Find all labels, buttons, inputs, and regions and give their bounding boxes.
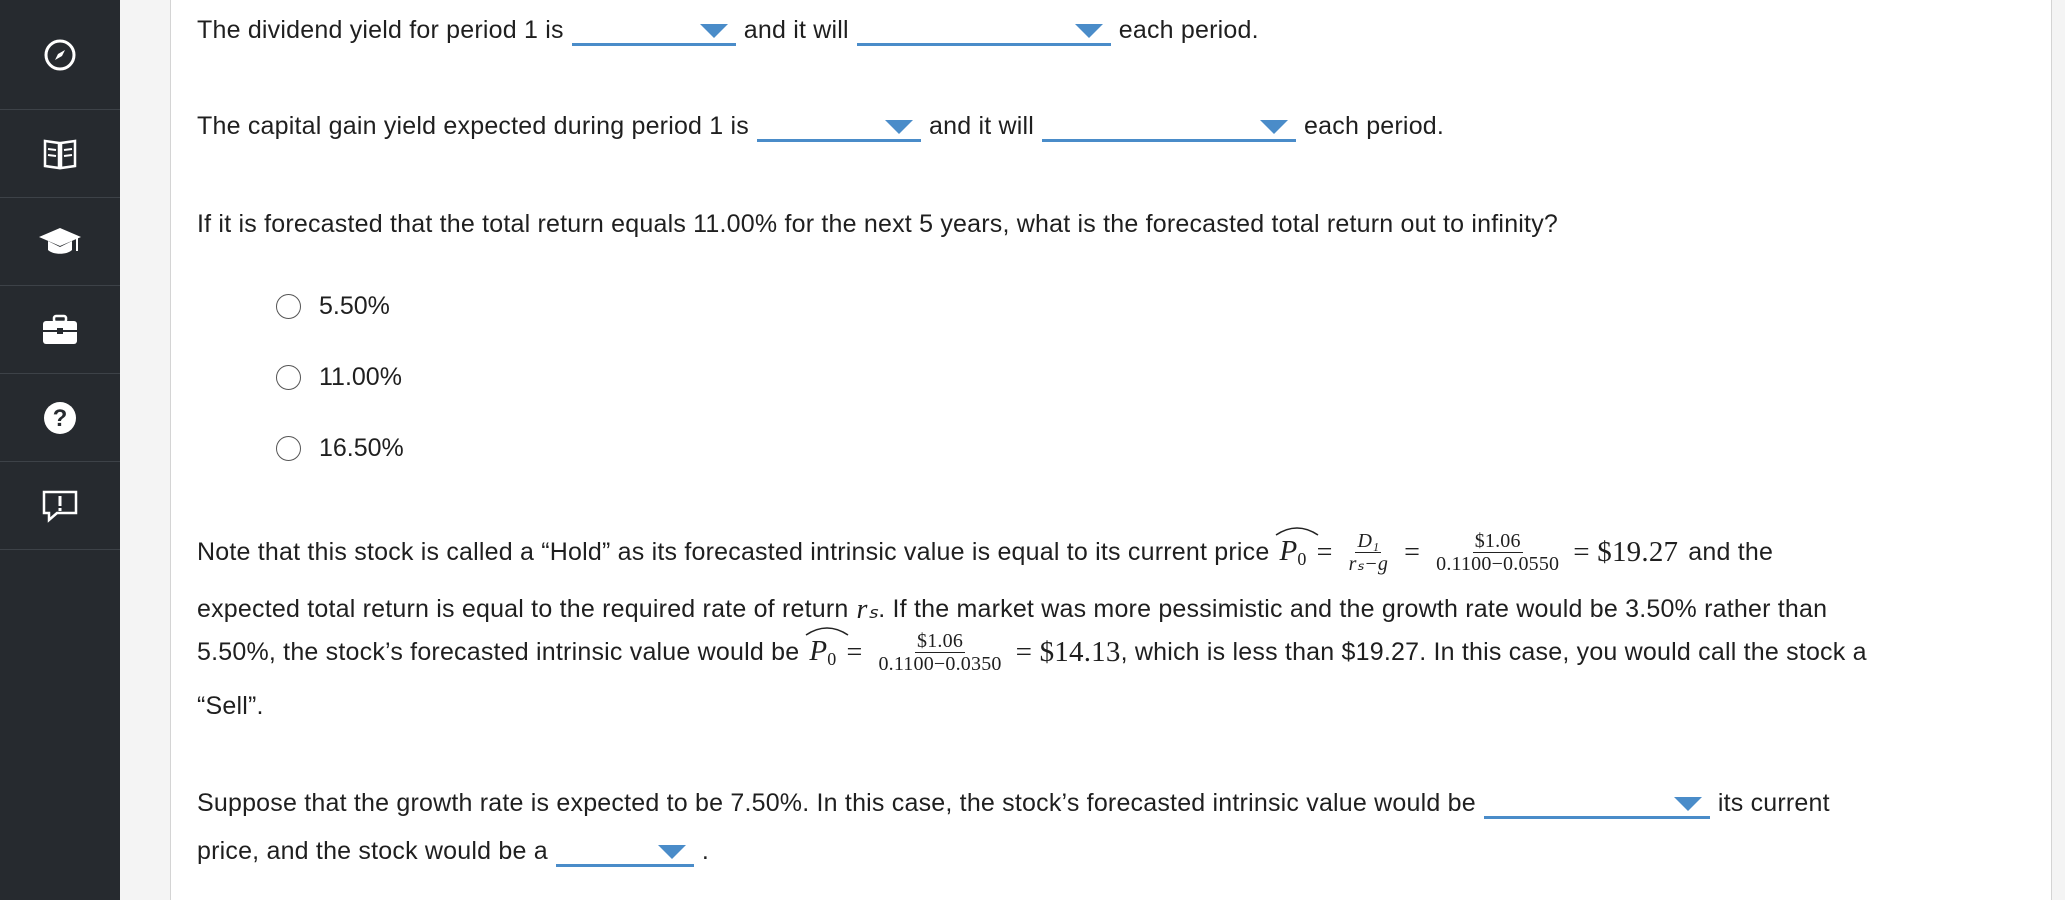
- value-fraction: $1.06 0.1100−0.0550: [1436, 530, 1559, 575]
- q4-line2-suffix: .: [701, 836, 710, 865]
- note-text: expected total return is equal to the re…: [197, 594, 849, 623]
- option-row[interactable]: 11.00%: [276, 363, 402, 392]
- stock-rating-dropdown[interactable]: [555, 835, 694, 867]
- q4-line2-prefix: price, and the stock would be a: [197, 836, 548, 865]
- note-text: “Sell”.: [197, 692, 264, 720]
- option-label: 16.50%: [319, 434, 404, 462]
- value-fraction: $1.06 0.1100−0.0350: [878, 630, 1001, 675]
- note-text: and the: [1688, 538, 1774, 566]
- note-text: . If the market was more pessimistic and…: [878, 594, 1828, 623]
- fraction-numerator: D₁: [1355, 530, 1382, 553]
- result-value: = $14.13: [1015, 636, 1121, 668]
- fraction-denominator: 0.1100−0.0350: [878, 653, 1002, 675]
- equals-sign: =: [1316, 536, 1333, 568]
- chevron-down-icon: [1260, 120, 1289, 134]
- dividend-yield-dropdown[interactable]: [571, 14, 736, 46]
- capital-gain-sentence: The capital gain yield expected during p…: [197, 110, 1444, 142]
- option-label: 11.00%: [319, 363, 402, 391]
- q1-suffix: each period.: [1118, 15, 1259, 44]
- q1-middle: and it will: [743, 15, 849, 44]
- background-gutter: [120, 0, 170, 900]
- chevron-down-icon: [657, 845, 686, 859]
- fraction-numerator: $1.06: [915, 630, 966, 653]
- total-return-question: If it is forecasted that the total retur…: [197, 210, 1558, 239]
- q2-middle: and it will: [929, 111, 1035, 140]
- feedback-icon: [42, 490, 78, 523]
- sidebar: ?: [0, 0, 120, 900]
- intrinsic-value-comparison-dropdown[interactable]: [1483, 787, 1710, 819]
- result-value: = $19.27: [1573, 536, 1679, 568]
- dividend-yield-trend-dropdown[interactable]: [856, 14, 1111, 46]
- q1-prefix: The dividend yield for period 1 is: [197, 15, 564, 44]
- book-icon: [43, 139, 77, 169]
- dividend-yield-sentence: The dividend yield for period 1 is and i…: [197, 14, 1259, 46]
- gordon-fraction: D₁ rₛ−g: [1349, 530, 1389, 575]
- q4-prefix: Suppose that the growth rate is expected…: [197, 788, 1476, 817]
- option-row[interactable]: 16.50%: [276, 434, 404, 463]
- chevron-down-icon: [885, 120, 914, 134]
- p-subscript: 0: [827, 649, 837, 669]
- radio-button[interactable]: [276, 294, 301, 319]
- equals-sign: =: [846, 636, 863, 668]
- svg-text:?: ?: [53, 405, 68, 432]
- growth-rate-question: Suppose that the growth rate is expected…: [197, 787, 1830, 819]
- note-text: Note that this stock is called a “Hold” …: [197, 538, 1270, 566]
- equals-sign: =: [1404, 536, 1421, 568]
- note-text: , which is less than $19.27. In this cas…: [1120, 638, 1867, 666]
- chevron-down-icon: [1673, 797, 1702, 811]
- graduation-cap-icon: [39, 227, 81, 254]
- option-row[interactable]: 5.50%: [276, 292, 390, 321]
- note-line-2: expected total return is equal to the re…: [197, 592, 1827, 626]
- capital-gain-trend-dropdown[interactable]: [1042, 110, 1297, 142]
- compass-icon: [44, 39, 76, 70]
- fraction-numerator: $1.06: [1472, 530, 1523, 553]
- note-line-1: Note that this stock is called a “Hold” …: [197, 527, 1774, 575]
- note-line-4: “Sell”.: [197, 692, 264, 721]
- option-label: 5.50%: [319, 292, 390, 320]
- fraction-denominator: 0.1100−0.0550: [1436, 553, 1560, 575]
- chevron-down-icon: [699, 24, 728, 38]
- growth-rate-question-line-2: price, and the stock would be a .: [197, 835, 709, 867]
- q4-middle: its current: [1717, 788, 1830, 817]
- sidebar-item-courses[interactable]: [0, 198, 120, 286]
- sidebar-item-feedback[interactable]: [0, 462, 120, 550]
- q2-suffix: each period.: [1304, 111, 1445, 140]
- background-gutter-right: [2052, 0, 2065, 900]
- rs-symbol: rₛ: [856, 594, 879, 625]
- p-symbol: P: [1279, 535, 1298, 567]
- q3-question: If it is forecasted that the total retur…: [197, 210, 1558, 238]
- radio-button[interactable]: [276, 365, 301, 390]
- sidebar-item-briefcase[interactable]: [0, 286, 120, 374]
- capital-gain-yield-dropdown[interactable]: [757, 110, 922, 142]
- help-icon: ?: [44, 401, 76, 434]
- sidebar-item-book[interactable]: [0, 110, 120, 198]
- p-zero-hat: P0: [805, 627, 849, 670]
- q2-prefix: The capital gain yield expected during p…: [197, 111, 750, 140]
- radio-button[interactable]: [276, 436, 301, 461]
- sidebar-item-help[interactable]: ?: [0, 374, 120, 462]
- p-symbol: P: [809, 635, 828, 667]
- question-panel: The dividend yield for period 1 is and i…: [170, 0, 2052, 900]
- note-line-3: 5.50%, the stock’s forecasted intrinsic …: [197, 627, 1867, 675]
- chevron-down-icon: [1074, 24, 1103, 38]
- hat-accent-icon: [1276, 527, 1319, 536]
- sidebar-item-compass[interactable]: [0, 0, 120, 110]
- p-subscript: 0: [1297, 549, 1307, 569]
- p-zero-hat: P0: [1276, 527, 1319, 570]
- fraction-denominator: rₛ−g: [1348, 553, 1389, 575]
- note-text: 5.50%, the stock’s forecasted intrinsic …: [197, 638, 800, 666]
- briefcase-icon: [43, 314, 77, 344]
- hat-accent-icon: [805, 627, 849, 636]
